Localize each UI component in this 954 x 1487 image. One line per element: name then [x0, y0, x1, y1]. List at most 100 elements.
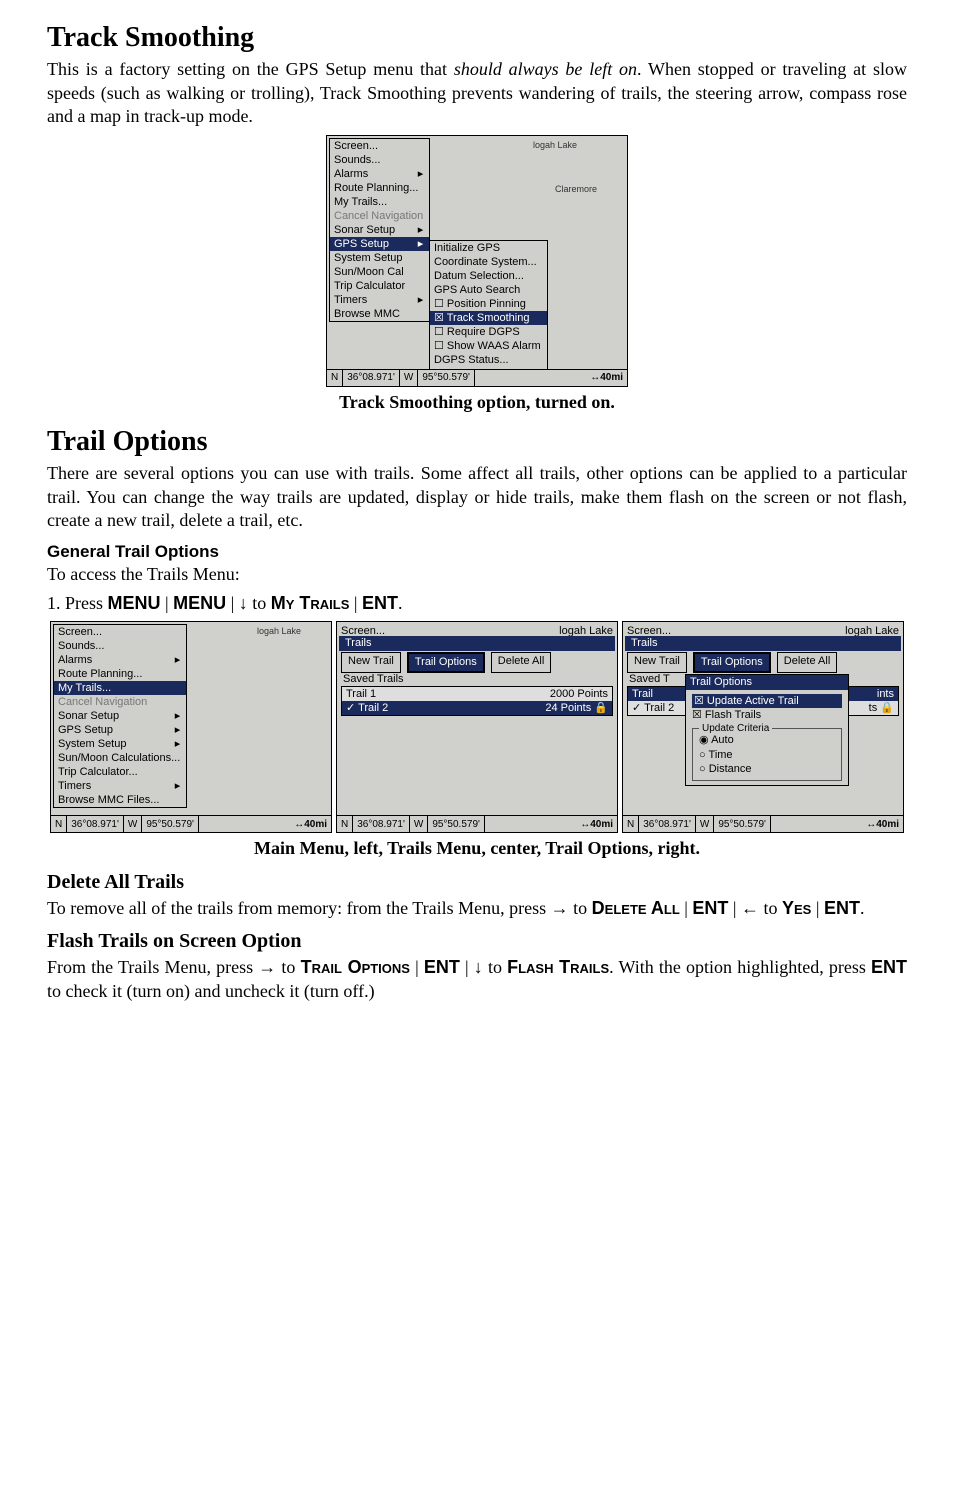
radio-distance[interactable]: Distance: [699, 762, 835, 776]
text: To remove all of the trails from memory:…: [47, 898, 592, 918]
update-criteria-group: Update Criteria Auto Time Distance: [692, 728, 842, 781]
trail-row[interactable]: Trail 1 2000 Points: [342, 687, 612, 701]
menu-item[interactable]: Sounds...: [330, 153, 429, 167]
key: Trail Options: [301, 957, 410, 977]
menu-item[interactable]: GPS Setup▸: [54, 723, 186, 737]
lat-val: 36°08.971': [67, 816, 124, 832]
lon-ew: W: [696, 816, 714, 832]
lon-ew: W: [410, 816, 428, 832]
key: ENT: [692, 898, 728, 918]
pts: 24 Points: [545, 702, 591, 714]
text: . With the option highlighted, press: [609, 957, 871, 977]
zoom-value: 40mi: [304, 818, 327, 831]
text: | ↓ to: [226, 593, 271, 613]
text-emph: should always be left on: [454, 59, 637, 79]
menu-item[interactable]: Screen...: [330, 139, 429, 153]
trail-options-button[interactable]: Trail Options: [407, 652, 485, 672]
menu-item[interactable]: Show WAAS Alarm: [430, 339, 547, 353]
menu-item-selected[interactable]: GPS Setup▸: [330, 237, 429, 251]
lat-ns: N: [623, 816, 639, 832]
label: GPS Setup: [58, 724, 113, 736]
new-trail-button[interactable]: New Trail: [341, 652, 401, 672]
key: MENU: [173, 593, 226, 613]
lock-icon: 🔒: [880, 702, 894, 714]
menu-item[interactable]: System Setup: [330, 251, 429, 265]
menu-item[interactable]: Sun/Moon Cal: [330, 265, 429, 279]
menu-item[interactable]: Coordinate System...: [430, 255, 547, 269]
label: Alarms: [58, 654, 92, 666]
menu-item[interactable]: DGPS Status...: [430, 353, 547, 367]
delete-all-button[interactable]: Delete All: [777, 652, 837, 672]
menu-item[interactable]: Initialize GPS: [430, 241, 547, 255]
delete-all-button[interactable]: Delete All: [491, 652, 551, 672]
lon-val: 95°50.579': [142, 816, 199, 832]
menu-item[interactable]: Sounds...: [54, 639, 186, 653]
screenshot-track-smoothing: logah Lake Claremore Screen... Sounds...…: [326, 135, 628, 387]
panel-title: Trails: [625, 636, 901, 650]
menu-item[interactable]: Trip Calculator...: [54, 765, 186, 779]
trail-options-button[interactable]: Trail Options: [693, 652, 771, 672]
lat-ns: N: [51, 816, 67, 832]
text: to check it (turn on) and uncheck it (tu…: [47, 981, 375, 1001]
para-flash-trails: From the Trails Menu, press → to Trail O…: [47, 956, 907, 1003]
trail-row-selected[interactable]: Trail 2 24 Points 🔒: [342, 701, 612, 715]
screenshot-trails-menu: Screen... logah Lake Trails New Trail Tr…: [336, 621, 618, 833]
popup-item-selected[interactable]: Update Active Trail: [692, 694, 842, 708]
sep: |: [811, 898, 824, 918]
menu-item[interactable]: Timers▸: [54, 779, 186, 793]
sep: |: [680, 898, 693, 918]
menu-item[interactable]: Route Planning...: [54, 667, 186, 681]
pts: ts: [869, 702, 878, 714]
trail-points: ints: [877, 687, 894, 701]
menu-item[interactable]: Screen...: [54, 625, 186, 639]
radio-time[interactable]: Time: [699, 748, 835, 762]
lon-val: 95°50.579': [428, 816, 485, 832]
menu-item[interactable]: Timers▸: [330, 293, 429, 307]
zoom-scale: ↔ 40mi: [290, 816, 331, 832]
heading-track-smoothing: Track Smoothing: [47, 20, 907, 56]
menu-item[interactable]: Browse MMC: [330, 307, 429, 321]
lat-val: 36°08.971': [639, 816, 696, 832]
label: Timers: [334, 294, 367, 306]
label: Sonar Setup: [58, 710, 119, 722]
menu-item[interactable]: Sonar Setup▸: [54, 709, 186, 723]
menu-item[interactable]: Sun/Moon Calculations...: [54, 751, 186, 765]
menu-item-selected[interactable]: My Trails...: [54, 681, 186, 695]
submenu-arrow-icon: ▸: [175, 653, 181, 667]
menu-item[interactable]: Sonar Setup▸: [330, 223, 429, 237]
main-menu: Screen... Sounds... Alarms ▸ Route Planni…: [53, 624, 187, 808]
text: From the Trails Menu, press → to: [47, 957, 301, 977]
radio-auto[interactable]: Auto: [699, 733, 835, 747]
key: Yes: [782, 898, 811, 918]
menu-item[interactable]: Datum Selection...: [430, 269, 547, 283]
menu-item[interactable]: System Setup▸: [54, 737, 186, 751]
submenu-arrow-icon: ▸: [418, 223, 424, 237]
menu-item[interactable]: GPS Auto Search: [430, 283, 547, 297]
para-track-smoothing: This is a factory setting on the GPS Set…: [47, 58, 907, 128]
menu-item[interactable]: Alarms▸: [330, 167, 429, 181]
trail-name: Trail 2: [632, 701, 674, 715]
menu-item-selected[interactable]: Track Smoothing: [430, 311, 547, 325]
key: ENT: [362, 593, 398, 613]
menu-item[interactable]: Alarms ▸: [54, 653, 186, 667]
menu-item[interactable]: Require DGPS: [430, 325, 547, 339]
map-label: logah Lake: [257, 626, 301, 638]
popup-item[interactable]: Flash Trails: [692, 708, 842, 722]
menu-item[interactable]: Browse MMC Files...: [54, 793, 186, 807]
zoom-scale: ↔ 40mi: [576, 816, 617, 832]
main-menu: Screen... Sounds... Alarms▸ Route Planni…: [329, 138, 430, 322]
map-label: Claremore: [555, 184, 597, 196]
heading-general-trail-options: General Trail Options: [47, 541, 907, 563]
key: ENT: [824, 898, 860, 918]
menu-item[interactable]: Trip Calculator: [330, 279, 429, 293]
text: 1. Press: [47, 593, 108, 613]
text: | ↓ to: [460, 957, 507, 977]
panel-title: Trails: [339, 636, 615, 650]
submenu-arrow-icon: ▸: [418, 167, 424, 181]
trail-points: 24 Points 🔒: [545, 701, 608, 715]
menu-item[interactable]: Position Pinning: [430, 297, 547, 311]
new-trail-button[interactable]: New Trail: [627, 652, 687, 672]
sep: |: [161, 593, 174, 613]
menu-item[interactable]: My Trails...: [330, 195, 429, 209]
menu-item[interactable]: Route Planning...: [330, 181, 429, 195]
